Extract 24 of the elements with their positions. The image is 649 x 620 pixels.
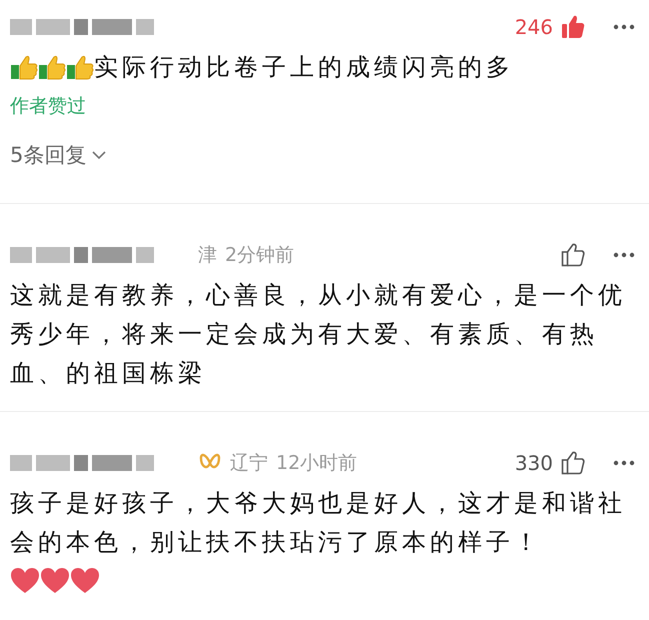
more-icon[interactable] <box>613 24 635 30</box>
heart-icon <box>40 567 70 594</box>
comment-text: 这就是有教养，心善良，从小就有爱心，是一个优秀少年，将来一定会成为有大爱、有素质、有热血、的祖国栋梁 <box>10 280 627 389</box>
location-text: 津 <box>198 243 217 268</box>
time-text: 12小时前 <box>276 451 358 476</box>
thumbs-up-icon[interactable] <box>561 243 585 267</box>
author-liked-label: 作者赞过 <box>10 94 86 119</box>
location-text: 辽宁 <box>230 451 268 476</box>
time-text: 2分钟前 <box>225 243 294 268</box>
like-count: 330 <box>514 451 553 475</box>
thumbs-up-icon <box>66 54 94 80</box>
heart-icon <box>70 567 100 594</box>
more-icon[interactable] <box>613 252 635 258</box>
thumbs-up-icon[interactable] <box>561 15 585 39</box>
thumbs-up-icon <box>10 54 38 80</box>
more-icon[interactable] <box>613 460 635 466</box>
replies-link[interactable]: 5条回复 <box>10 141 106 169</box>
comment-text: 孩子是好孩子，大爷大妈也是好人，这才是和谐社会的本色，别让扶不扶玷污了原本的样子！ <box>10 488 627 558</box>
thumbs-up-icon[interactable] <box>561 451 585 475</box>
heart-icon <box>10 567 40 594</box>
like-count: 246 <box>514 15 553 39</box>
chevron-down-icon <box>92 150 106 160</box>
comment-text: 实际行动比卷子上的成绩闪亮的多 <box>94 53 514 81</box>
thumbs-up-icon <box>38 54 66 80</box>
